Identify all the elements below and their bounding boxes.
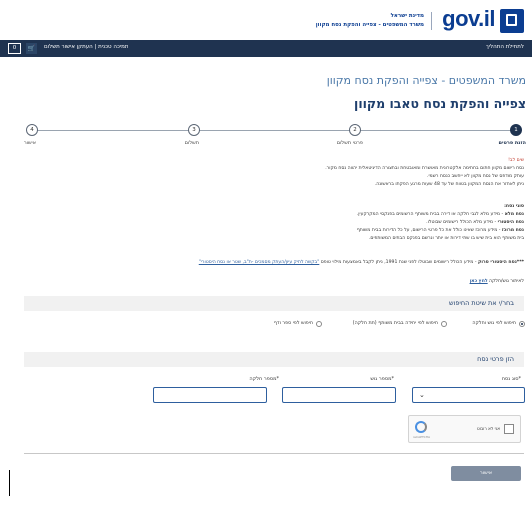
history-note: ***נסח היסטורי סרוק - מידע הכולל רישומים… bbox=[199, 260, 524, 265]
recaptcha-brand: reCAPTCHA bbox=[413, 435, 431, 439]
type-condensed-cont: בית משותף הוא בית שיש בו שתי דירות או יו… bbox=[368, 236, 524, 241]
locate-parcel: לאיתור גוש/חלקה לחץ כאן bbox=[470, 279, 524, 284]
type-condensed-name: נסח מרוכז bbox=[501, 228, 524, 233]
type-condensed-desc: - מידע מרוכז שאינו כולל את כל פרטי הרישו… bbox=[356, 228, 502, 233]
block-label: *מספר גוש bbox=[370, 376, 394, 382]
step-4-label: אישור bbox=[23, 140, 36, 146]
captcha-label: אני לא רובוט bbox=[476, 426, 500, 431]
types-title: סוגי נסח: bbox=[504, 204, 524, 209]
info-line-3: ניתן לאחזר את הנסח המקוון בטווח של עד 48… bbox=[374, 182, 524, 187]
search-method-title: בחר/י את שיטת החיפוש bbox=[448, 299, 514, 307]
text-cursor bbox=[9, 470, 10, 496]
attention-label: שים לב! bbox=[508, 158, 524, 163]
step-3-label: תשלום bbox=[184, 140, 199, 146]
step-4-circle: 4 bbox=[26, 124, 38, 136]
state-name: מדינת ישראל bbox=[390, 13, 424, 19]
support-link[interactable]: תמיכה טכנית | העתקן אישור תשלום bbox=[44, 44, 128, 50]
type-select[interactable]: ⌄ bbox=[412, 387, 525, 403]
type-condensed: נסח מרוכז - מידע מרוכז שאינו כולל את כל … bbox=[357, 228, 524, 233]
type-label: *סוג נסח bbox=[501, 376, 521, 382]
page-subtitle: משרד המשפטים - צפייה והפקת נסח מקוון bbox=[326, 74, 526, 87]
info-line-1: נסח רישום מקוון חתום בחתימה אלקטרונית מא… bbox=[325, 166, 524, 171]
radio-block-parcel-label[interactable]: חיפוש לפי גוש וחלקה bbox=[472, 321, 516, 326]
history-note-bold: ***נסח היסטורי סרוק bbox=[477, 260, 524, 265]
history-note-text: - מידע הכולל רישומים שבוטלו לפני שנת 199… bbox=[319, 260, 478, 265]
details-title: הזן פרטי נסח bbox=[477, 355, 514, 363]
radio-book-page-label[interactable]: חיפוש לפי ספר ודף bbox=[274, 321, 313, 326]
parcel-input[interactable] bbox=[153, 387, 267, 403]
cart-icon[interactable]: 🛒 bbox=[26, 43, 37, 54]
recaptcha-widget: אני לא רובוט reCAPTCHA bbox=[408, 415, 521, 443]
step-2-label: פרטי תשלום bbox=[336, 140, 363, 146]
form-divider bbox=[24, 453, 524, 454]
emblem-icon bbox=[500, 9, 524, 33]
locate-text: לאיתור גוש/חלקה bbox=[487, 279, 524, 284]
cart-count-badge: 0 bbox=[8, 43, 21, 54]
submit-button[interactable]: אישור bbox=[451, 466, 521, 481]
radio-book-page[interactable] bbox=[316, 321, 322, 327]
step-2-circle: 2 bbox=[349, 124, 361, 136]
type-historic: נסח היסטורי - מידע מלא הכולל רישומים שבו… bbox=[426, 220, 524, 225]
details-header: הזן פרטי נסח bbox=[24, 352, 524, 367]
radio-block-parcel[interactable] bbox=[519, 321, 525, 327]
step-3-circle: 3 bbox=[188, 124, 200, 136]
top-nav-bar: לתחילת התהליך תמיכה טכנית | העתקן אישור … bbox=[0, 40, 532, 57]
block-input[interactable] bbox=[282, 387, 396, 403]
site-header: gov.il מדינת ישראל משרד המשפטים - צפייה … bbox=[0, 0, 532, 40]
radio-sub-parcel-label[interactable]: חיפוש לפי יחידה בבית משותף (תת חלקה) bbox=[353, 321, 438, 326]
chevron-down-icon: ⌄ bbox=[419, 391, 425, 399]
type-full-desc: - מידע מלא לגבי חלקה או דירה בבית משותף … bbox=[356, 212, 505, 217]
govil-logo[interactable]: gov.il bbox=[442, 6, 495, 32]
captcha-checkbox[interactable] bbox=[504, 424, 514, 434]
page-title: צפייה והפקת נסח טאבו מקוון bbox=[354, 96, 526, 111]
back-to-start-link[interactable]: לתחילת התהליך bbox=[486, 44, 524, 50]
recaptcha-icon bbox=[415, 421, 427, 433]
step-1-label: הזנת פרטים bbox=[498, 140, 526, 146]
history-form-link[interactable]: "בקשה לתיק עיון/העתק מסמכים -ת"ב, שטר או… bbox=[199, 260, 320, 265]
type-full: נסח מלא - מידע מלא לגבי חלקה או דירה בבי… bbox=[357, 212, 524, 217]
logo-divider bbox=[431, 12, 432, 30]
locate-link[interactable]: לחץ כאן bbox=[470, 279, 488, 284]
stepper-line bbox=[30, 130, 516, 131]
ministry-line: משרד המשפטים - צפייה והפקת נסח מקוון bbox=[315, 22, 424, 28]
info-line-2: עותק מודפס של נסח מקוון לא ייחשב כנסח רש… bbox=[427, 174, 524, 179]
type-historic-desc: - מידע מלא הכולל רישומים שבוטלו. bbox=[426, 220, 498, 225]
type-historic-name: נסח היסטורי bbox=[497, 220, 524, 225]
search-method-header: בחר/י את שיטת החיפוש bbox=[24, 296, 524, 311]
parcel-label: *מספר חלקה bbox=[249, 376, 279, 382]
step-1-circle: 1 bbox=[510, 124, 522, 136]
radio-sub-parcel[interactable] bbox=[441, 321, 447, 327]
type-full-name: נסח מלא bbox=[504, 212, 524, 217]
